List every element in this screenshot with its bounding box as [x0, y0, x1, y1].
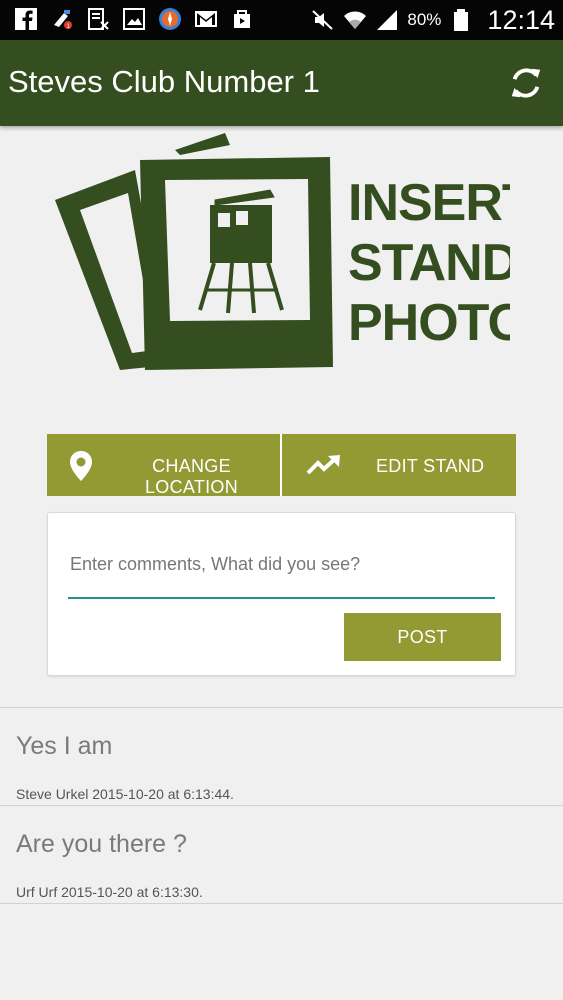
clean-master-icon: 1: [54, 10, 72, 30]
status-bar: 1 80% 12:14: [0, 0, 563, 40]
status-right: 80% 12:14: [311, 0, 555, 40]
post-message: Yes I am: [16, 732, 113, 760]
stand-photo-line-2: STAND: [348, 234, 510, 292]
page-title: Steves Club Number 1: [8, 64, 320, 99]
hunting-stand-icon: [198, 189, 284, 314]
edit-stand-button[interactable]: EDIT STAND: [282, 434, 516, 496]
facebook-icon: [15, 8, 37, 30]
top-strip: [175, 133, 230, 155]
store-icon: [234, 10, 250, 28]
list-item[interactable]: Yes I am Steve Urkel 2015-10-20 at 6:13:…: [0, 708, 563, 805]
post-meta: Urf Urf 2015-10-20 at 6:13:30.: [16, 884, 203, 900]
stand-photo-line-1: INSERT: [348, 174, 510, 232]
gmail-icon: [195, 11, 217, 27]
stand-photo-line-3: PHOTO: [348, 294, 510, 352]
notification-icons: 1: [14, 7, 254, 31]
divider: [0, 903, 563, 904]
trending-up-icon: [306, 455, 340, 475]
post-message: Are you there ?: [16, 830, 187, 858]
browser-icon: [159, 8, 181, 30]
change-location-label: CHANGE LOCATION: [144, 456, 239, 497]
comment-card: POST: [47, 512, 516, 676]
stand-photo-placeholder[interactable]: INSERT STAND PHOTO: [50, 125, 510, 375]
mute-icon: [312, 10, 334, 30]
no-sim-icon: [88, 8, 109, 30]
post-meta: Steve Urkel 2015-10-20 at 6:13:44.: [16, 786, 234, 802]
wifi-icon: [344, 11, 367, 29]
refresh-icon[interactable]: [507, 64, 545, 102]
comment-feed: Yes I am Steve Urkel 2015-10-20 at 6:13:…: [0, 707, 563, 904]
post-button[interactable]: POST: [344, 613, 501, 661]
change-location-button[interactable]: CHANGE LOCATION: [47, 434, 280, 497]
comment-input[interactable]: [68, 543, 495, 599]
app-bar: Steves Club Number 1: [0, 40, 563, 126]
battery-icon: [454, 9, 469, 31]
gallery-icon: [123, 8, 145, 30]
signal-icon: [377, 10, 398, 30]
stand-actions: CHANGE LOCATION EDIT STAND: [47, 434, 516, 497]
list-item[interactable]: Are you there ? Urf Urf 2015-10-20 at 6:…: [0, 806, 563, 903]
clock: 12:14: [487, 4, 555, 35]
battery-percentage: 80%: [407, 10, 442, 29]
edit-stand-label: EDIT STAND: [376, 456, 485, 476]
location-pin-icon: [70, 451, 92, 481]
main-frame: [140, 157, 333, 370]
